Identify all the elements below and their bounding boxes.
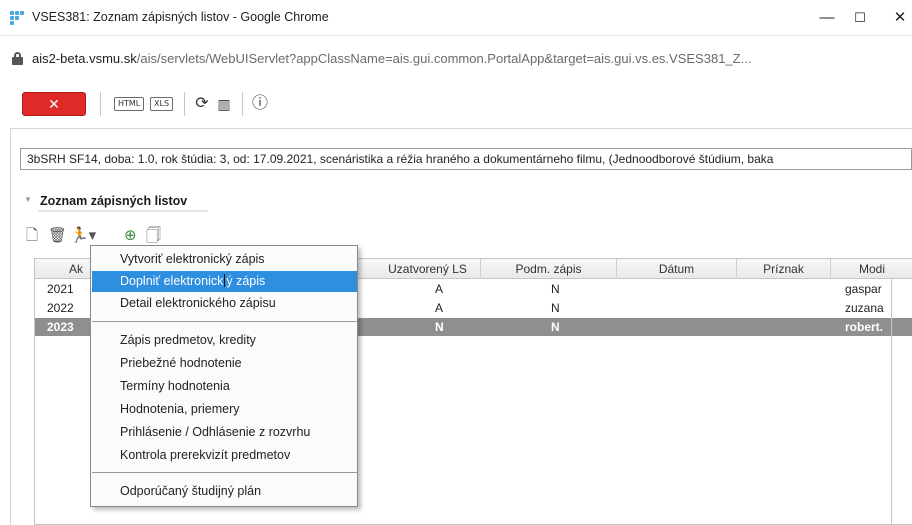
window-titlebar: VSES381: Zoznam zápisných listov - Googl…: [0, 0, 912, 36]
menu-item-vytvorit[interactable]: Vytvoriť elektronický zápis: [92, 249, 357, 270]
column-header-uzatvoreny[interactable]: Uzatvorený LS: [375, 259, 481, 279]
collapse-arrow-icon[interactable]: ▼: [24, 195, 32, 204]
column-header-modi[interactable]: Modi: [831, 259, 912, 279]
menu-item-terminy[interactable]: Termíny hodnotenia: [92, 376, 357, 397]
cell-ak: 2022: [47, 301, 74, 315]
cell-uzatvoreny: A: [435, 301, 444, 315]
cell-uzatvoreny: N: [435, 320, 444, 334]
delete-icon[interactable]: 🗑: [48, 226, 67, 246]
lock-icon: [12, 52, 23, 65]
window-title: VSES381: Zoznam zápisných listov - Googl…: [32, 10, 329, 24]
export-html-button[interactable]: HTML: [114, 97, 145, 111]
study-info-field: 3bSRH SF14, doba: 1.0, rok štúdia: 3, od…: [20, 148, 912, 170]
document-icon[interactable]: 🗍: [146, 226, 161, 246]
cell-podm-zapis: N: [551, 320, 560, 334]
menu-item-detail[interactable]: Detail elektronického zápisu: [92, 293, 357, 314]
info-icon[interactable]: ⓘ: [250, 94, 270, 114]
cell-ak: 2023: [47, 320, 74, 334]
menu-separator: [92, 321, 357, 322]
toolbar-divider: [100, 92, 101, 116]
content-divider: [10, 128, 912, 129]
cell-uzatvoreny: A: [435, 282, 444, 296]
table-scrollbar-track[interactable]: [891, 279, 892, 525]
add-icon[interactable]: ⊕: [124, 226, 137, 246]
column-header-podm-zapis[interactable]: Podm. zápis: [481, 259, 617, 279]
actions-context-menu: Vytvoriť elektronický zápis Doplniť elek…: [90, 245, 358, 507]
close-app-button[interactable]: ✕: [22, 92, 86, 116]
section-header[interactable]: ▼ Zoznam zápisných listov: [20, 192, 912, 212]
menu-item-zapis-predmetov[interactable]: Zápis predmetov, kredity: [92, 330, 357, 351]
app-logo-icon: [10, 11, 24, 25]
menu-item-prihlasenie[interactable]: Prihlásenie / Odhlásenie z rozvrhu: [92, 422, 357, 443]
toolbar-divider: [242, 92, 243, 116]
actions-menu-icon[interactable]: 🏃▾: [70, 226, 96, 246]
column-header-ak[interactable]: Ak: [35, 259, 95, 279]
url-path: /ais/servlets/WebUIServlet?appClassName=…: [136, 51, 752, 66]
address-bar[interactable]: ais2-beta.vsmu.sk/ais/servlets/WebUIServ…: [0, 46, 912, 72]
cell-podm-zapis: N: [551, 301, 560, 315]
toolbar-divider: [184, 92, 185, 116]
cell-modi: robert.: [845, 320, 884, 334]
column-header-datum[interactable]: Dátum: [617, 259, 737, 279]
column-header-priznak[interactable]: Príznak: [737, 259, 831, 279]
minimize-button[interactable]: —: [812, 6, 842, 30]
url-host: ais2-beta.vsmu.sk: [32, 51, 137, 66]
section-title: Zoznam zápisných listov: [40, 194, 188, 208]
refresh-icon[interactable]: ⟳: [192, 94, 212, 114]
menu-item-doplnit-label-end: ý zápis: [226, 274, 266, 288]
menu-item-hodnotenia[interactable]: Hodnotenia, priemery: [92, 399, 357, 420]
cell-ak: 2021: [47, 282, 74, 296]
cell-modi: zuzana: [845, 301, 884, 315]
cell-modi: gaspar: [845, 282, 882, 296]
new-record-icon[interactable]: 🗋: [26, 226, 38, 246]
content-left-border: [10, 128, 11, 525]
menu-item-priebezne[interactable]: Priebežné hodnotenie: [92, 353, 357, 374]
url-text[interactable]: ais2-beta.vsmu.sk/ais/servlets/WebUIServ…: [32, 51, 751, 66]
section-underline: [38, 210, 208, 212]
menu-item-kontrola[interactable]: Kontrola prerekvizít predmetov: [92, 445, 357, 466]
cell-podm-zapis: N: [551, 282, 560, 296]
menu-item-doplnit[interactable]: Doplniť elektronick ý zápis: [92, 271, 357, 292]
chart-icon[interactable]: ▥: [214, 94, 234, 114]
maximize-button[interactable]: ☐: [845, 6, 875, 30]
export-xls-button[interactable]: XLS: [150, 97, 174, 111]
menu-separator: [92, 472, 357, 473]
menu-item-odporucany[interactable]: Odporúčaný študijný plán: [92, 481, 357, 502]
menu-item-doplnit-label-start: Doplniť elektronick: [120, 274, 224, 288]
close-window-button[interactable]: ✕: [885, 6, 912, 30]
app-toolbar: ✕ HTML XLS ⟳ ▥ ⓘ: [10, 86, 910, 122]
